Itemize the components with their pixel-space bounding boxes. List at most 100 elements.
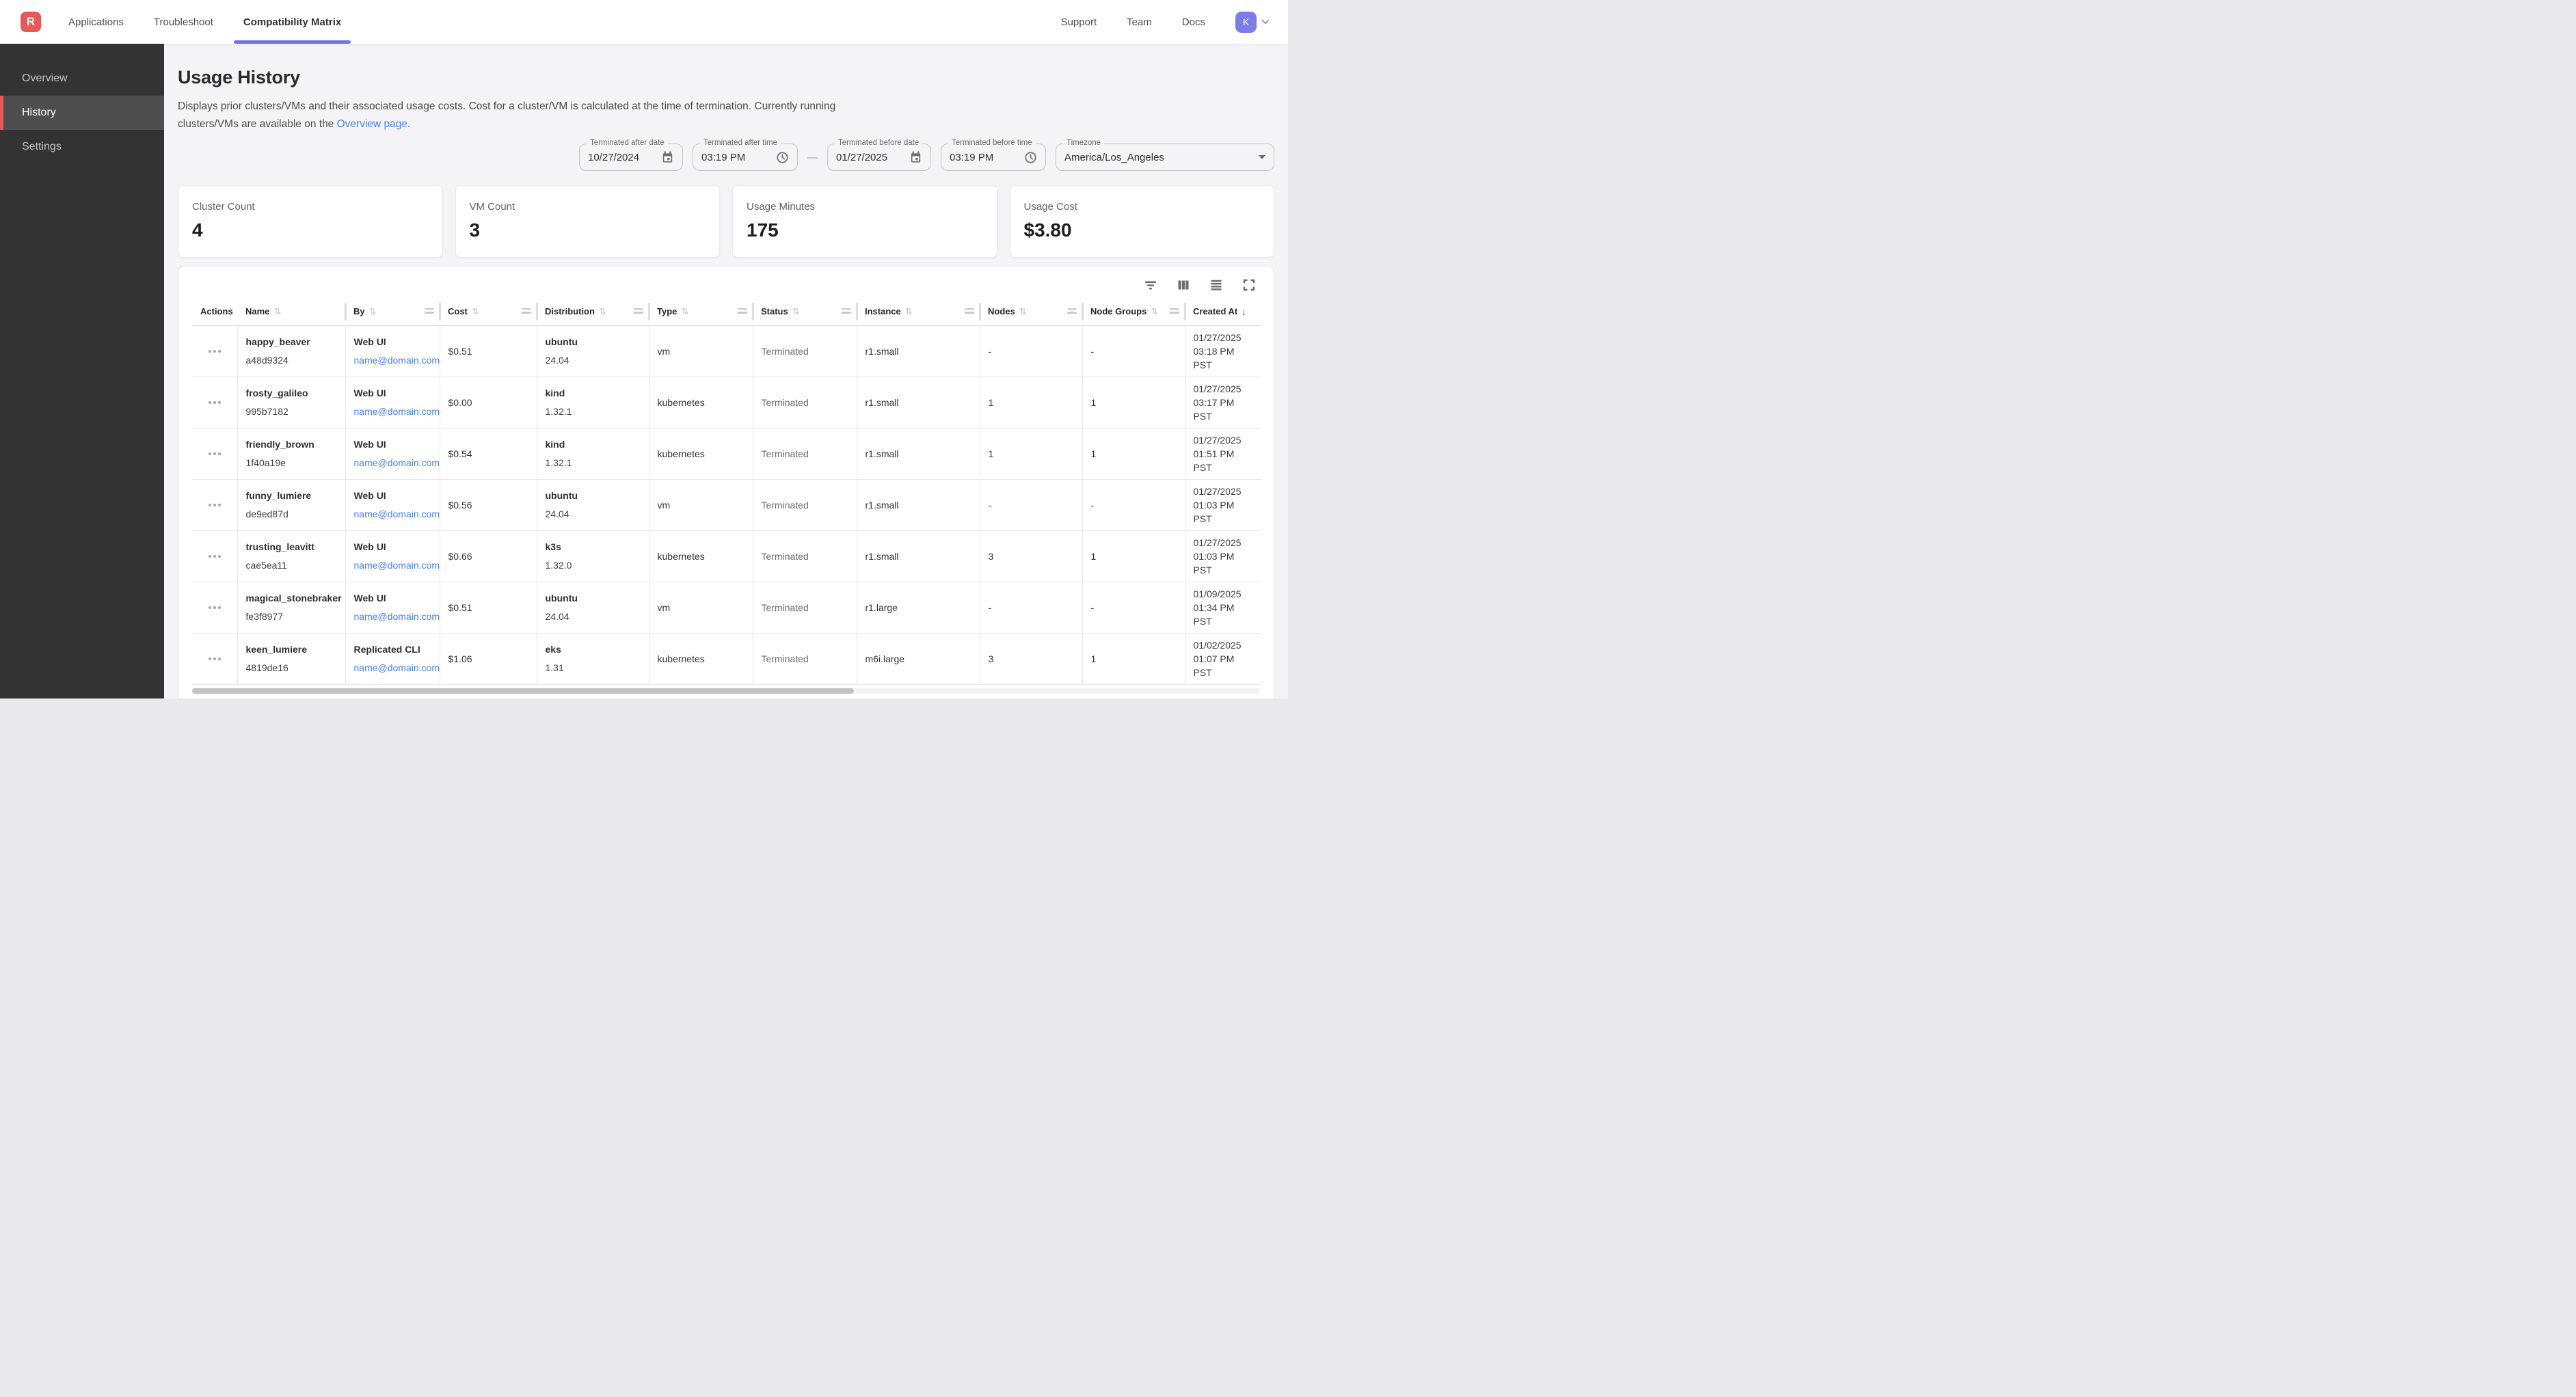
chevron-down-icon[interactable] <box>1261 17 1270 27</box>
status-value: Terminated <box>762 397 809 408</box>
row-actions-button[interactable] <box>200 551 229 562</box>
nav-link-support[interactable]: Support <box>1061 16 1097 28</box>
col-header-instance[interactable]: Instance⇅ <box>857 298 980 325</box>
calendar-icon[interactable] <box>661 151 674 164</box>
density-icon[interactable] <box>1209 278 1223 292</box>
column-menu-icon[interactable] <box>1067 308 1077 314</box>
distribution-version: 24.04 <box>546 507 641 521</box>
sidebar-item-history[interactable]: History <box>0 96 164 130</box>
stat-label: Usage Minutes <box>747 201 983 213</box>
tab-compatibility-matrix[interactable]: Compatibility Matrix <box>243 0 341 44</box>
sort-icon[interactable]: ⇅ <box>369 306 377 317</box>
terminated-after-date-field[interactable]: Terminated after date 10/27/2024 <box>579 144 683 171</box>
column-menu-icon[interactable] <box>425 308 434 314</box>
replicated-logo[interactable]: R <box>21 12 41 32</box>
row-actions-button[interactable] <box>200 448 229 459</box>
sidebar-item-overview[interactable]: Overview <box>0 62 164 96</box>
column-menu-icon[interactable] <box>842 308 851 314</box>
terminated-before-date-field[interactable]: Terminated before date 01/27/2025 <box>827 144 931 171</box>
sort-desc-icon[interactable]: ↓ <box>1242 306 1246 317</box>
field-label: Timezone <box>1063 139 1104 147</box>
timezone-value[interactable]: America/Los_Angeles <box>1064 152 1253 163</box>
column-menu-icon[interactable] <box>738 308 747 314</box>
terminated-before-date-value[interactable]: 01/27/2025 <box>836 152 904 163</box>
created-date: 01/09/2025 <box>1194 587 1254 601</box>
fullscreen-icon[interactable] <box>1242 278 1256 292</box>
col-header-status[interactable]: Status⇅ <box>753 298 857 325</box>
account-menu[interactable]: K <box>1235 12 1270 33</box>
row-actions-button[interactable] <box>200 653 229 664</box>
sort-icon[interactable]: ⇅ <box>472 306 479 317</box>
sidebar: Overview History Settings <box>0 44 164 698</box>
tab-troubleshoot[interactable]: Troubleshoot <box>154 0 213 44</box>
nav-link-team[interactable]: Team <box>1127 16 1152 28</box>
select-caret-icon[interactable] <box>1259 155 1265 159</box>
col-header-distribution[interactable]: Distribution⇅ <box>537 298 649 325</box>
instance-value: r1.small <box>866 551 899 562</box>
distribution-name: kind <box>546 386 641 400</box>
created-by: Web UI <box>354 335 431 349</box>
clock-icon[interactable] <box>776 151 789 164</box>
row-actions-button[interactable] <box>200 346 229 357</box>
scrollbar-thumb[interactable] <box>192 688 854 694</box>
table-row: magical_stonebrakerfe3f8977 Web UIname@d… <box>192 582 1261 633</box>
filter-icon[interactable] <box>1144 278 1157 292</box>
created-time: 01:03 PM PST <box>1194 550 1254 577</box>
col-header-nodes[interactable]: Nodes⇅ <box>980 298 1082 325</box>
col-header-node-groups[interactable]: Node Groups⇅ <box>1082 298 1185 325</box>
tab-applications[interactable]: Applications <box>68 0 124 44</box>
sort-icon[interactable]: ⇅ <box>273 306 281 317</box>
terminated-before-time-field[interactable]: Terminated before time 03:19 PM <box>941 144 1046 171</box>
instance-value: r1.small <box>866 397 899 408</box>
creator-email-link[interactable]: name@domain.com <box>354 610 431 623</box>
row-actions-button[interactable] <box>200 602 229 613</box>
cluster-name: happy_beaver <box>246 335 337 349</box>
terminated-before-time-value[interactable]: 03:19 PM <box>950 152 1019 163</box>
column-menu-icon[interactable] <box>634 308 643 314</box>
overview-page-link[interactable]: Overview page <box>337 118 407 130</box>
sort-icon[interactable]: ⇅ <box>1019 306 1027 317</box>
sort-icon[interactable]: ⇅ <box>792 306 800 317</box>
created-time: 01:34 PM PST <box>1194 601 1254 628</box>
sort-icon[interactable]: ⇅ <box>681 306 688 317</box>
row-actions-button[interactable] <box>200 397 229 408</box>
sort-icon[interactable]: ⇅ <box>1151 306 1158 317</box>
col-header-name[interactable]: Name⇅ <box>237 298 345 325</box>
column-menu-icon[interactable] <box>965 308 974 314</box>
type-value: vm <box>658 602 671 613</box>
timezone-select[interactable]: Timezone America/Los_Angeles <box>1056 144 1274 171</box>
terminated-after-time-value[interactable]: 03:19 PM <box>701 152 770 163</box>
col-header-actions: Actions <box>192 298 237 325</box>
stat-label: VM Count <box>470 201 706 213</box>
created-date: 01/27/2025 <box>1194 331 1254 344</box>
created-time: 03:17 PM PST <box>1194 396 1254 423</box>
sort-icon[interactable]: ⇅ <box>905 306 913 317</box>
column-menu-icon[interactable] <box>1170 308 1179 314</box>
nav-link-docs[interactable]: Docs <box>1182 16 1205 28</box>
avatar[interactable]: K <box>1235 12 1257 33</box>
creator-email-link[interactable]: name@domain.com <box>354 661 431 675</box>
creator-email-link[interactable]: name@domain.com <box>354 456 431 470</box>
horizontal-scrollbar[interactable] <box>192 688 1260 694</box>
creator-email-link[interactable]: name@domain.com <box>354 507 431 521</box>
clock-icon[interactable] <box>1024 151 1037 164</box>
creator-email-link[interactable]: name@domain.com <box>354 558 431 572</box>
col-header-cost[interactable]: Cost⇅ <box>440 298 537 325</box>
columns-icon[interactable] <box>1177 278 1190 292</box>
sidebar-item-settings[interactable]: Settings <box>0 130 164 164</box>
creator-email-link[interactable]: name@domain.com <box>354 353 431 367</box>
terminated-after-date-value[interactable]: 10/27/2024 <box>588 152 656 163</box>
creator-email-link[interactable]: name@domain.com <box>354 405 431 418</box>
column-menu-icon[interactable] <box>522 308 531 314</box>
col-header-created-at[interactable]: Created At↓ <box>1185 298 1261 325</box>
nodes-value: 3 <box>989 551 994 562</box>
row-actions-button[interactable] <box>200 500 229 511</box>
nav-tabs: Applications Troubleshoot Compatibility … <box>68 0 341 44</box>
col-header-type[interactable]: Type⇅ <box>649 298 753 325</box>
created-by: Web UI <box>354 437 431 451</box>
col-header-by[interactable]: By⇅ <box>345 298 440 325</box>
distribution-version: 1.32.1 <box>546 456 641 470</box>
calendar-icon[interactable] <box>909 151 922 164</box>
terminated-after-time-field[interactable]: Terminated after time 03:19 PM <box>693 144 798 171</box>
sort-icon[interactable]: ⇅ <box>599 306 606 317</box>
